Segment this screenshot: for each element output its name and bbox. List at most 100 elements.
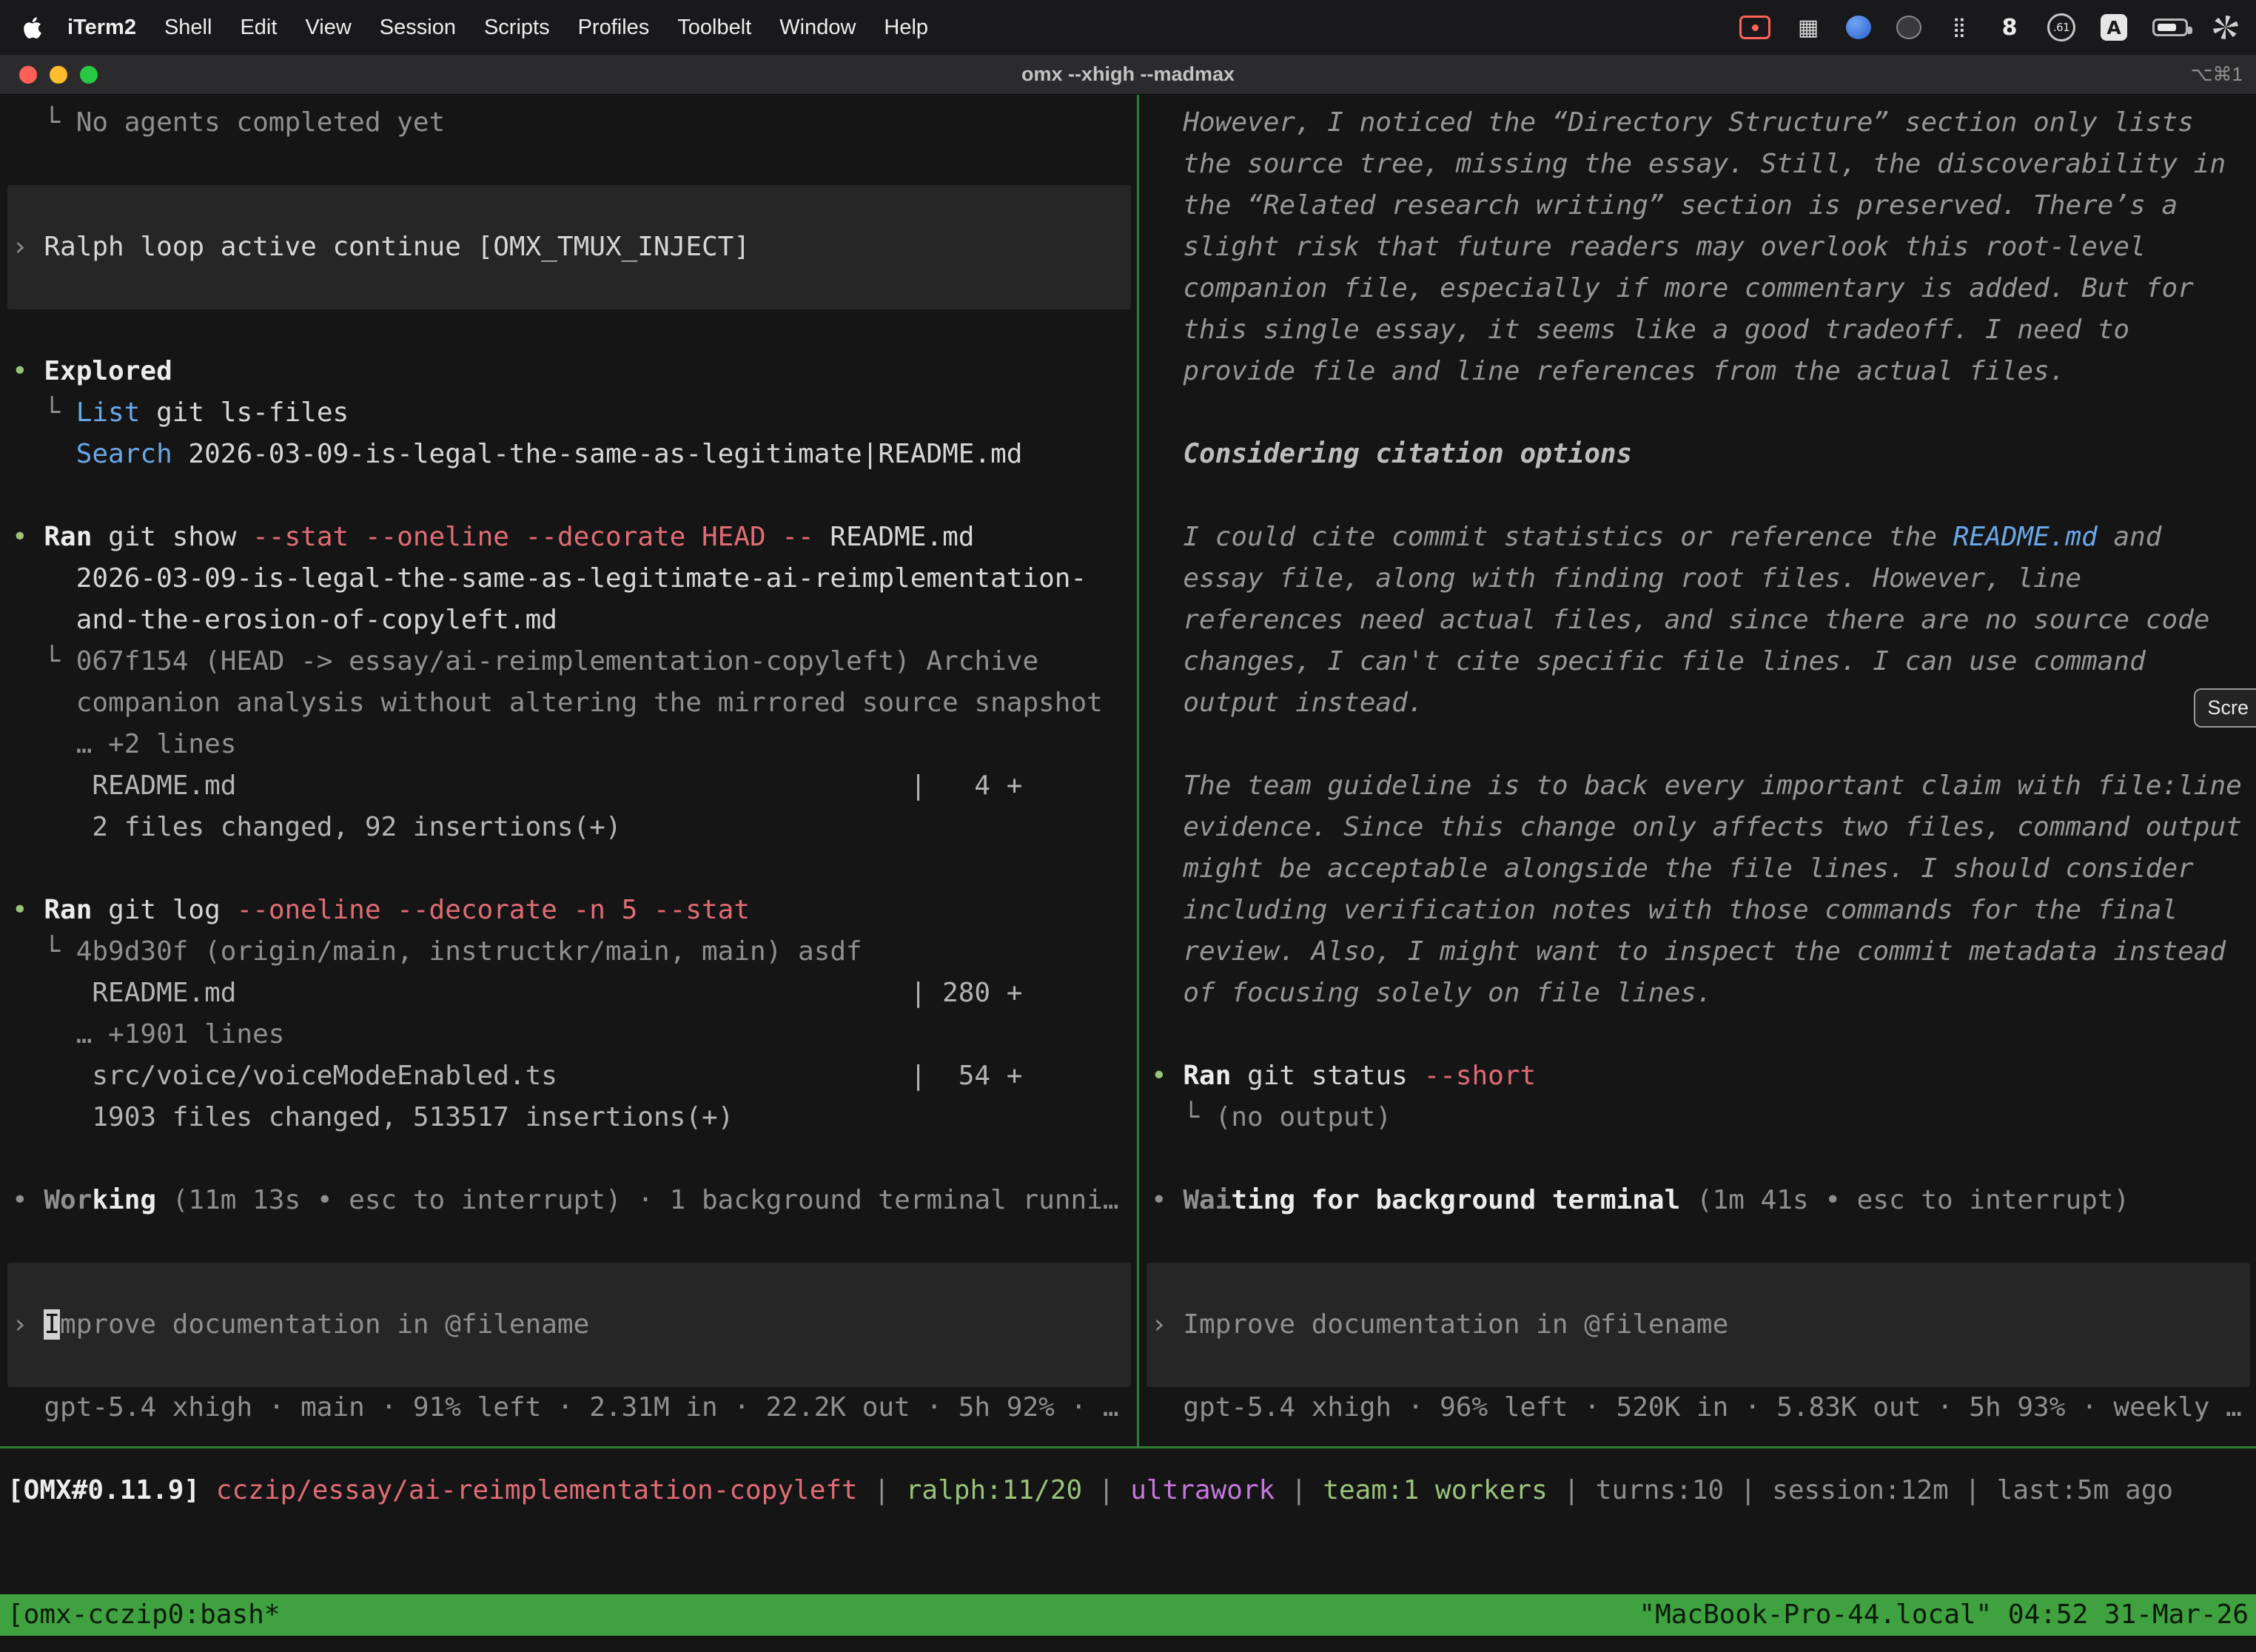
- text-segment: README.md | 4 +: [12, 770, 1022, 801]
- menu-bar-status-icons: ▦ ⣿ 8 .61 A: [1739, 11, 2238, 44]
- terminal-line: The team guideline is to back every impo…: [1151, 765, 2256, 807]
- text-segment: [OMX#0.11.9]: [7, 1475, 216, 1505]
- window-title-bar[interactable]: omx --xhigh --madmax ⌥⌘1: [0, 55, 2256, 95]
- text-segment: |: [858, 1475, 906, 1505]
- omx-status-pane: [OMX#0.11.9] cczip/essay/ai-reimplementa…: [0, 1448, 2256, 1594]
- text-segment: essay file, along with finding root file…: [1151, 563, 2081, 594]
- apple-menu-icon[interactable]: [18, 17, 53, 38]
- eight-app-icon[interactable]: 8: [1997, 11, 2022, 44]
- terminal-line: this single essay, it seems like a good …: [1151, 309, 2256, 351]
- text-segment: review. Also, I might want to inspect th…: [1151, 936, 2226, 967]
- text-segment: └ (no output): [1151, 1102, 1391, 1132]
- dark-app-icon[interactable]: [1896, 16, 1921, 39]
- text-segment: the “Related research writing” section i…: [1151, 190, 2178, 221]
- menu-item-view[interactable]: View: [291, 16, 365, 40]
- tmux-session-window[interactable]: [omx-cczip0:bash*: [7, 1594, 280, 1636]
- model-status-text: gpt-5.4 xhigh · 96% left · 520K in · 5.8…: [1151, 1392, 2242, 1423]
- grid-icon[interactable]: ▦: [1796, 11, 1821, 44]
- text-segment: 2 files changed, 92 insertions(+): [12, 812, 622, 842]
- app-menus: iTerm2ShellEditViewSessionScriptsProfile…: [53, 16, 942, 40]
- menu-item-window[interactable]: Window: [765, 16, 870, 40]
- text-segment: git ls-files: [140, 397, 349, 428]
- fan-icon[interactable]: [2213, 16, 2238, 39]
- terminal-line: └ 067f154 (HEAD -> essay/ai-reimplementa…: [12, 641, 1137, 682]
- text-segment: Wor: [44, 1185, 92, 1215]
- text-segment: git show: [92, 522, 252, 552]
- text-segment: •: [12, 895, 44, 925]
- terminal-line: I could cite commit statistics or refere…: [1151, 517, 2256, 558]
- agent-pane-right[interactable]: However, I noticed the “Directory Struct…: [1139, 95, 2256, 1446]
- text-segment: README.md: [830, 522, 974, 552]
- terminal-line: [12, 144, 1137, 185]
- omx-status-line: [OMX#0.11.9] cczip/essay/ai-reimplementa…: [0, 1448, 2256, 1511]
- text-segment: └: [12, 397, 76, 428]
- menu-item-iterm2[interactable]: iTerm2: [53, 16, 150, 40]
- text-segment: 1903 files changed, 513517 insertions(+): [12, 1102, 733, 1132]
- terminal-line: • Explored: [12, 351, 1137, 392]
- text-segment: this single essay, it seems like a good …: [1151, 315, 2129, 345]
- battery-icon[interactable]: [2152, 19, 2188, 36]
- menu-item-help[interactable]: Help: [870, 16, 942, 40]
- terminal-line: [1151, 1138, 2256, 1180]
- text-segment: However, I noticed the “Directory Struct…: [1151, 107, 2194, 138]
- terminal-line: [1151, 392, 2256, 434]
- text-segment: Ran: [44, 522, 92, 552]
- prompt-input-right[interactable]: › Improve documentation in @filename: [1147, 1263, 2250, 1387]
- terminal-line: README.md | 4 +: [12, 765, 1137, 807]
- terminal-line: companion analysis without altering the …: [12, 682, 1137, 724]
- text-segment: king: [92, 1185, 156, 1215]
- prompt-input-left[interactable]: › Improve documentation in @filename: [7, 1263, 1131, 1387]
- text-segment: 2026-03-09-is-legal-the-same-as-legitima…: [172, 439, 1023, 469]
- text-segment: |: [1548, 1475, 1596, 1505]
- menu-item-toolbelt[interactable]: Toolbelt: [663, 16, 765, 40]
- desktop: iTerm2ShellEditViewSessionScriptsProfile…: [0, 0, 2256, 1652]
- terminal-line: review. Also, I might want to inspect th…: [1151, 931, 2256, 973]
- text-segment: git log: [92, 895, 236, 925]
- dots-grid-icon[interactable]: ⣿: [1947, 11, 1972, 44]
- menu-item-session[interactable]: Session: [366, 16, 470, 40]
- text-segment: --short: [1423, 1061, 1536, 1091]
- terminal-line: essay file, along with finding root file…: [1151, 558, 2256, 600]
- text-segment: including verification notes with those …: [1151, 895, 2178, 925]
- text-segment: changes, I can't cite specific file line…: [1151, 646, 2146, 676]
- input-text: Improve documentation in @filename: [1183, 1309, 1728, 1340]
- menu-item-edit[interactable]: Edit: [226, 16, 291, 40]
- terminal-line: • Ran git log --oneline --decorate -n 5 …: [12, 890, 1137, 931]
- tmux-status-bar: [omx-cczip0:bash* "MacBook-Pro-44.local"…: [0, 1594, 2256, 1636]
- terminal-line: the “Related research writing” section i…: [1151, 185, 2256, 226]
- text-segment: ralph:11/20: [906, 1475, 1082, 1505]
- text-segment: and: [2098, 522, 2162, 552]
- model-status-line-left: gpt-5.4 xhigh · main · 91% left · 2.31M …: [12, 1387, 1137, 1428]
- text-segment: README.md: [1953, 522, 2098, 552]
- terminal-line: evidence. Since this change only affects…: [1151, 807, 2256, 848]
- menu-item-profiles[interactable]: Profiles: [564, 16, 664, 40]
- text-segment: |: [1724, 1475, 1772, 1505]
- input-source-icon[interactable]: A: [2101, 14, 2127, 41]
- recording-indicator-icon[interactable]: [1739, 16, 1770, 39]
- agent-pane-left[interactable]: └ No agents completed yet › Ralph loop a…: [0, 95, 1137, 1446]
- terminal-line: [12, 1221, 1137, 1263]
- menu-item-scripts[interactable]: Scripts: [470, 16, 564, 40]
- text-segment: companion analysis without altering the …: [12, 688, 1103, 718]
- text-segment: git status: [1231, 1061, 1423, 1091]
- terminal-line: └ List git ls-files: [12, 392, 1137, 434]
- terminal-line: • Ran git status --short: [1151, 1055, 2256, 1097]
- text-segment: |: [1949, 1475, 1997, 1505]
- terminal[interactable]: └ No agents completed yet › Ralph loop a…: [0, 95, 2256, 1652]
- text-cursor: I: [44, 1309, 60, 1340]
- blue-app-icon[interactable]: [1846, 16, 1871, 39]
- apple-logo-icon: [24, 17, 41, 38]
- text-segment: └ 4b9d30f (origin/main, instructkr/main,…: [12, 936, 862, 967]
- text-segment: last:5m ago: [1997, 1475, 2173, 1505]
- window-title: omx --xhigh --madmax: [0, 55, 2256, 94]
- tab-shortcut-hint: ⌥⌘1: [2191, 55, 2243, 94]
- gauge-icon[interactable]: .61: [2047, 13, 2075, 41]
- text-segment: Explored: [44, 356, 172, 386]
- text-segment: companion file, especially if more comme…: [1151, 273, 2194, 303]
- model-status-text: gpt-5.4 xhigh · main · 91% left · 2.31M …: [12, 1392, 1119, 1423]
- menu-bar: iTerm2ShellEditViewSessionScriptsProfile…: [0, 0, 2256, 55]
- terminal-line: 2026-03-09-is-legal-the-same-as-legitima…: [12, 558, 1137, 600]
- text-segment: (1m 41s • esc to interrupt): [1680, 1185, 2129, 1215]
- terminal-line: [1151, 724, 2256, 765]
- menu-item-shell[interactable]: Shell: [150, 16, 226, 40]
